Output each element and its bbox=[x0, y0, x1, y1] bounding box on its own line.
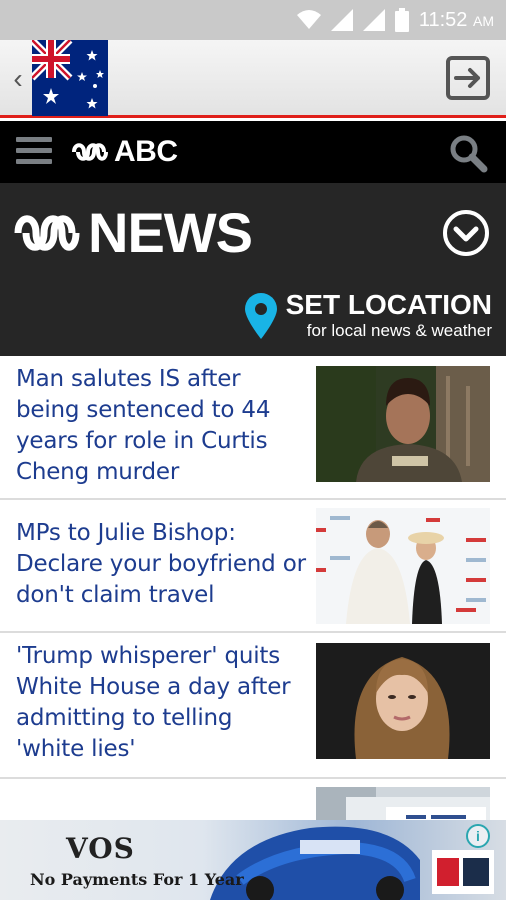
abc-header: ABC bbox=[0, 121, 506, 183]
wifi-icon bbox=[296, 10, 321, 29]
dealer-badge-icon bbox=[463, 858, 489, 886]
chevron-down-circle-icon[interactable] bbox=[442, 209, 490, 257]
article-item[interactable]: Man salutes IS after being sentenced to … bbox=[0, 356, 506, 500]
abc-logo[interactable]: ABC bbox=[72, 135, 178, 169]
location-pin-icon bbox=[244, 293, 277, 340]
search-icon[interactable] bbox=[448, 133, 488, 173]
ad-brand: VOS bbox=[66, 832, 135, 865]
article-thumbnail[interactable] bbox=[316, 787, 490, 820]
article-thumbnail[interactable] bbox=[316, 366, 490, 482]
ad-banner[interactable]: VOS No Payments For 1 Year i bbox=[0, 820, 506, 900]
app-bar: ‹ bbox=[0, 40, 506, 118]
news-banner: NEWS SET LOCATION for local news & weath… bbox=[0, 183, 506, 356]
article-headline[interactable]: Man salutes IS after being sentenced to … bbox=[16, 364, 306, 488]
exit-icon[interactable] bbox=[444, 54, 492, 102]
info-icon[interactable]: i bbox=[466, 824, 490, 848]
article-thumbnail[interactable] bbox=[316, 508, 490, 624]
hamburger-icon[interactable] bbox=[16, 137, 52, 167]
australian-flag-icon[interactable] bbox=[32, 40, 108, 116]
signal-icon bbox=[330, 9, 353, 31]
signal-icon-2 bbox=[362, 9, 385, 31]
article-thumbnail[interactable] bbox=[316, 643, 490, 759]
article-list: Man salutes IS after being sentenced to … bbox=[0, 356, 506, 820]
status-bar: 11:52 AM bbox=[0, 0, 506, 40]
status-time: 11:52 AM bbox=[418, 8, 494, 31]
abc-wave-logo-icon bbox=[72, 143, 108, 161]
suzuki-logo bbox=[432, 850, 494, 894]
news-logo[interactable]: NEWS bbox=[14, 201, 253, 264]
article-item[interactable]: MPs to Julie Bishop: Declare your boyfri… bbox=[0, 500, 506, 633]
ad-tagline: No Payments For 1 Year bbox=[30, 870, 244, 889]
article-headline[interactable]: MPs to Julie Bishop: Declare your boyfri… bbox=[16, 518, 306, 611]
set-location-text: SET LOCATION for local news & weather bbox=[286, 291, 492, 341]
set-location-title: SET LOCATION bbox=[285, 289, 492, 320]
status-icons: 11:52 AM bbox=[296, 6, 494, 34]
suzuki-mark-icon bbox=[437, 858, 459, 886]
set-location-subtitle: for local news & weather bbox=[306, 321, 492, 340]
article-item[interactable] bbox=[0, 779, 506, 820]
news-title: NEWS bbox=[88, 201, 253, 264]
abc-wave-logo-icon bbox=[14, 215, 80, 251]
battery-icon bbox=[394, 8, 409, 32]
set-location-button[interactable]: SET LOCATION for local news & weather bbox=[244, 291, 492, 341]
abc-brand-text: ABC bbox=[114, 135, 178, 168]
article-headline[interactable]: 'Trump whisperer' quits White House a da… bbox=[16, 641, 306, 765]
chevron-left-icon[interactable]: ‹ bbox=[8, 63, 28, 94]
article-item[interactable]: 'Trump whisperer' quits White House a da… bbox=[0, 633, 506, 779]
